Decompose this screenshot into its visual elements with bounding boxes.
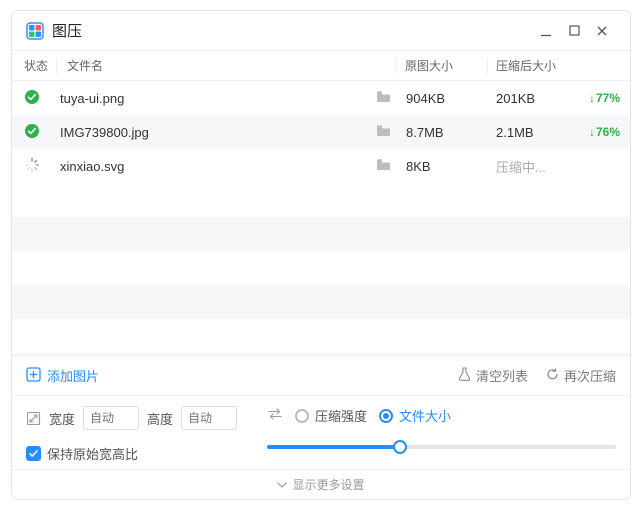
file-list: tuya-ui.png 904KB 201KB ↓77% IMG739800.j… xyxy=(12,81,630,183)
keep-aspect-checkbox[interactable]: 保持原始宽高比 xyxy=(26,444,237,463)
original-size: 8.7MB xyxy=(398,125,488,140)
status-done-icon xyxy=(24,89,40,105)
actionbar: 添加图片 清空列表 再次压缩 xyxy=(12,355,630,395)
maximize-button[interactable] xyxy=(560,17,588,45)
table-row[interactable]: tuya-ui.png 904KB 201KB ↓77% xyxy=(12,81,630,115)
status-loading-icon xyxy=(24,157,40,173)
reduction-pct: ↓77% xyxy=(578,91,630,105)
mode-strength-label: 压缩强度 xyxy=(315,406,367,425)
show-more-label: 显示更多设置 xyxy=(292,476,364,493)
file-name: IMG739800.jpg xyxy=(56,125,368,140)
minimize-button[interactable] xyxy=(532,17,560,45)
compressed-size: 201KB xyxy=(488,91,578,106)
flask-icon xyxy=(458,367,471,384)
keep-aspect-label: 保持原始宽高比 xyxy=(47,444,138,463)
dimensions-icon xyxy=(26,411,41,426)
target-size-slider[interactable] xyxy=(267,439,616,455)
checkbox-checked-icon xyxy=(26,446,41,461)
reduction-pct: ↓76% xyxy=(578,125,630,139)
compressed-size: 压缩中... xyxy=(488,157,578,176)
clear-list-label: 清空列表 xyxy=(476,366,528,385)
col-header-original: 原图大小 xyxy=(397,57,487,74)
col-header-name: 文件名 xyxy=(57,57,366,74)
chevron-down-icon xyxy=(277,478,287,492)
open-folder-icon[interactable] xyxy=(376,125,391,140)
width-label: 宽度 xyxy=(49,409,75,428)
slider-thumb-icon xyxy=(393,440,407,454)
settings-panel: 宽度 高度 保持原始宽高比 压缩强度 xyxy=(12,395,630,469)
refresh-icon xyxy=(546,368,559,384)
titlebar: 图压 xyxy=(12,11,630,51)
mode-filesize-label: 文件大小 xyxy=(399,406,451,425)
compressed-size: 2.1MB xyxy=(488,125,578,140)
mode-strength-radio[interactable]: 压缩强度 xyxy=(295,406,367,425)
add-image-label: 添加图片 xyxy=(47,366,99,385)
status-done-icon xyxy=(24,123,40,139)
app-window: 图压 状态 文件名 原图大小 压缩后大小 tuya-ui xyxy=(11,10,631,500)
swap-icon xyxy=(267,407,283,424)
empty-rows-area xyxy=(12,183,630,355)
app-icon xyxy=(26,22,44,40)
close-button[interactable] xyxy=(588,17,616,45)
height-input[interactable] xyxy=(181,406,237,430)
table-row[interactable]: xinxiao.svg 8KB 压缩中... xyxy=(12,149,630,183)
app-title: 图压 xyxy=(52,20,82,41)
plus-box-icon xyxy=(26,367,41,385)
original-size: 8KB xyxy=(398,159,488,174)
recompress-label: 再次压缩 xyxy=(564,366,616,385)
open-folder-icon[interactable] xyxy=(376,91,391,106)
table-header: 状态 文件名 原图大小 压缩后大小 xyxy=(12,51,630,81)
radio-selected-icon xyxy=(379,409,393,423)
add-image-button[interactable]: 添加图片 xyxy=(26,366,99,385)
height-label: 高度 xyxy=(147,409,173,428)
original-size: 904KB xyxy=(398,91,488,106)
open-folder-icon[interactable] xyxy=(376,159,391,174)
file-name: tuya-ui.png xyxy=(56,91,368,106)
col-header-compressed: 压缩后大小 xyxy=(488,57,578,74)
recompress-button[interactable]: 再次压缩 xyxy=(546,366,616,385)
width-input[interactable] xyxy=(83,406,139,430)
radio-unselected-icon xyxy=(295,409,309,423)
col-header-status: 状态 xyxy=(12,57,56,74)
file-name: xinxiao.svg xyxy=(56,159,368,174)
mode-filesize-radio[interactable]: 文件大小 xyxy=(379,406,451,425)
show-more-settings-button[interactable]: 显示更多设置 xyxy=(12,469,630,499)
table-row[interactable]: IMG739800.jpg 8.7MB 2.1MB ↓76% xyxy=(12,115,630,149)
clear-list-button[interactable]: 清空列表 xyxy=(458,366,528,385)
